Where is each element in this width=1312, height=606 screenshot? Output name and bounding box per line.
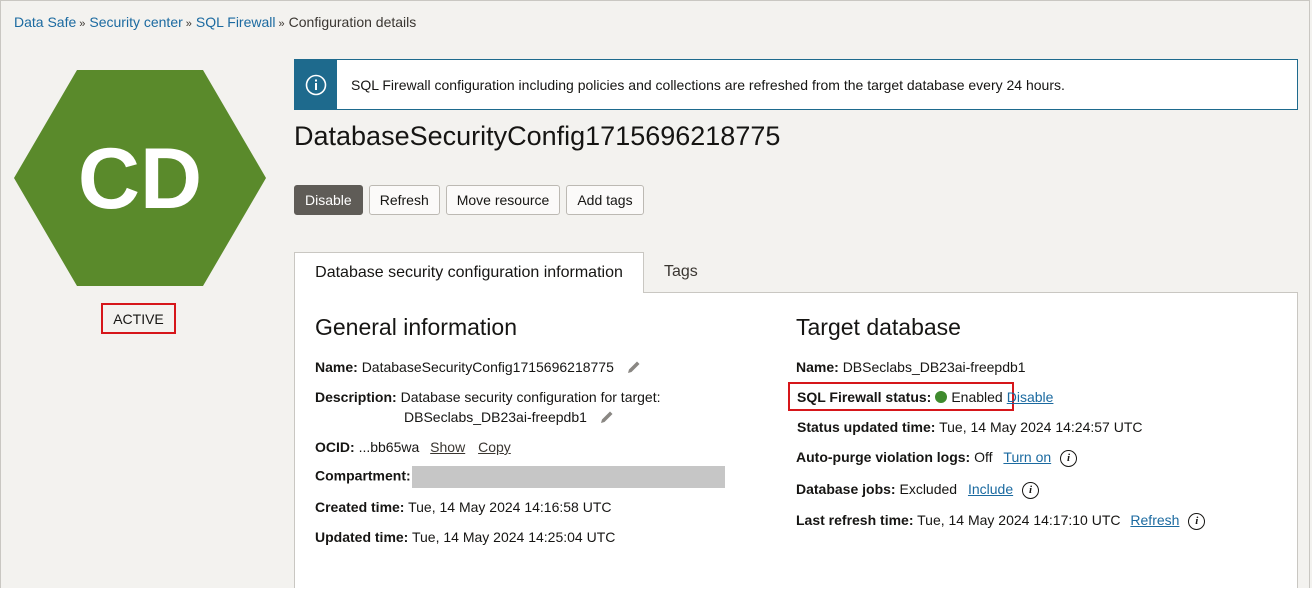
auto-purge-value: Off [974, 449, 993, 465]
firewall-status-label: SQL Firewall status: [797, 389, 932, 405]
edit-pencil-icon[interactable] [626, 359, 642, 378]
redacted-compartment-value [411, 466, 725, 488]
info-circle-icon[interactable]: i [1060, 449, 1078, 467]
created-time-label: Created time: [315, 499, 405, 515]
status-text: ACTIVE [113, 310, 164, 327]
torn-edge [0, 588, 1312, 606]
status-updated-row: Status updated time: Tue, 14 May 2024 14… [797, 419, 1143, 435]
updated-time-value: Tue, 14 May 2024 14:25:04 UTC [411, 529, 616, 545]
edit-pencil-icon[interactable] [599, 409, 615, 428]
action-toolbar: Disable Refresh Move resource Add tags [294, 185, 644, 215]
general-created-row: Created time: Tue, 14 May 2024 14:16:58 … [315, 499, 612, 515]
turn-on-link[interactable]: Turn on [1003, 449, 1051, 465]
compartment-label: Compartment: [315, 467, 411, 484]
breadcrumb-data-safe[interactable]: Data Safe [14, 14, 76, 30]
ocid-label: OCID: [315, 439, 355, 455]
breadcrumb-sql-firewall[interactable]: SQL Firewall [196, 14, 276, 30]
breadcrumb-separator: » [278, 18, 285, 30]
auto-purge-row: Auto-purge violation logs: Off Turn on i [796, 449, 1078, 467]
target-name-value: DBSeclabs_DB23ai-freepdb1 [842, 359, 1026, 375]
tab-label: Database security configuration informat… [315, 264, 623, 281]
general-compartment-row: Compartment: [315, 466, 725, 488]
general-description-row: Description: Database security configura… [315, 389, 661, 405]
name-label: Name: [315, 359, 358, 376]
add-tags-button[interactable]: Add tags [566, 185, 644, 215]
breadcrumb: Data Safe» Security center» SQL Firewall» C… [14, 14, 416, 30]
status-dot-icon [935, 391, 948, 403]
general-updated-row: Updated time: Tue, 14 May 2024 14:25:04 … [315, 529, 615, 545]
banner-text: SQL Firewall configuration including pol… [351, 76, 1065, 93]
breadcrumb-separator: » [185, 18, 192, 30]
info-icon [295, 60, 337, 109]
target-database-heading: Target database [796, 314, 961, 340]
status-updated-value: Tue, 14 May 2024 14:24:57 UTC [939, 419, 1143, 435]
page-title: DatabaseSecurityConfig1715696218775 [294, 121, 781, 151]
badge-initials: CD [78, 131, 202, 227]
status-badge: ACTIVE [101, 303, 176, 334]
database-jobs-value: Excluded [899, 481, 958, 497]
database-jobs-row: Database jobs: Excluded Include i [796, 481, 1040, 499]
ocid-copy-link[interactable]: Copy [478, 439, 511, 455]
info-circle-icon[interactable]: i [1022, 481, 1040, 499]
resource-hexagon-badge: CD [14, 70, 266, 286]
ocid-value: ...bb65wa [358, 439, 420, 455]
ocid-show-link[interactable]: Show [430, 439, 465, 455]
auto-purge-label: Auto-purge violation logs: [796, 449, 971, 465]
description-value-line2: DBSeclabs_DB23ai-freepdb1 [404, 409, 587, 426]
tab-tags[interactable]: Tags [664, 263, 698, 281]
firewall-status-value: Enabled [951, 389, 1003, 405]
tab-database-security-config[interactable]: Database security configuration informat… [294, 252, 644, 293]
created-time-value: Tue, 14 May 2024 14:16:58 UTC [408, 499, 612, 515]
general-ocid-row: OCID: ...bb65wa Show Copy [315, 439, 511, 455]
breadcrumb-security-center[interactable]: Security center [89, 14, 182, 30]
updated-time-label: Updated time: [315, 529, 409, 545]
target-name-row: Name: DBSeclabs_DB23ai-freepdb1 [796, 359, 1026, 375]
last-refresh-value: Tue, 14 May 2024 14:17:10 UTC [917, 512, 1121, 528]
sql-firewall-status-row: SQL Firewall status: Enabled Disable [797, 389, 1053, 405]
refresh-link[interactable]: Refresh [1130, 512, 1179, 528]
database-jobs-label: Database jobs: [796, 481, 896, 497]
disable-button[interactable]: Disable [294, 185, 363, 215]
general-information-heading: General information [315, 314, 517, 340]
info-circle-icon[interactable]: i [1188, 512, 1206, 530]
target-name-label: Name: [796, 359, 839, 375]
breadcrumb-separator: » [79, 18, 86, 30]
info-banner: SQL Firewall configuration including pol… [294, 59, 1298, 110]
status-updated-label: Status updated time: [797, 419, 936, 435]
general-name-row: Name: DatabaseSecurityConfig171569621877… [315, 359, 642, 378]
last-refresh-label: Last refresh time: [796, 512, 914, 528]
description-value-line1: Database security configuration for targ… [400, 389, 661, 405]
general-description-row-2: DBSeclabs_DB23ai-freepdb1 [404, 409, 615, 428]
description-label: Description: [315, 389, 397, 405]
last-refresh-row: Last refresh time: Tue, 14 May 2024 14:1… [796, 512, 1206, 530]
move-resource-button[interactable]: Move resource [445, 185, 561, 215]
breadcrumb-current: Configuration details [288, 14, 417, 30]
firewall-disable-link[interactable]: Disable [1007, 389, 1054, 405]
refresh-button[interactable]: Refresh [368, 185, 440, 215]
name-value: DatabaseSecurityConfig1715696218775 [361, 359, 614, 376]
include-link[interactable]: Include [968, 481, 1013, 497]
